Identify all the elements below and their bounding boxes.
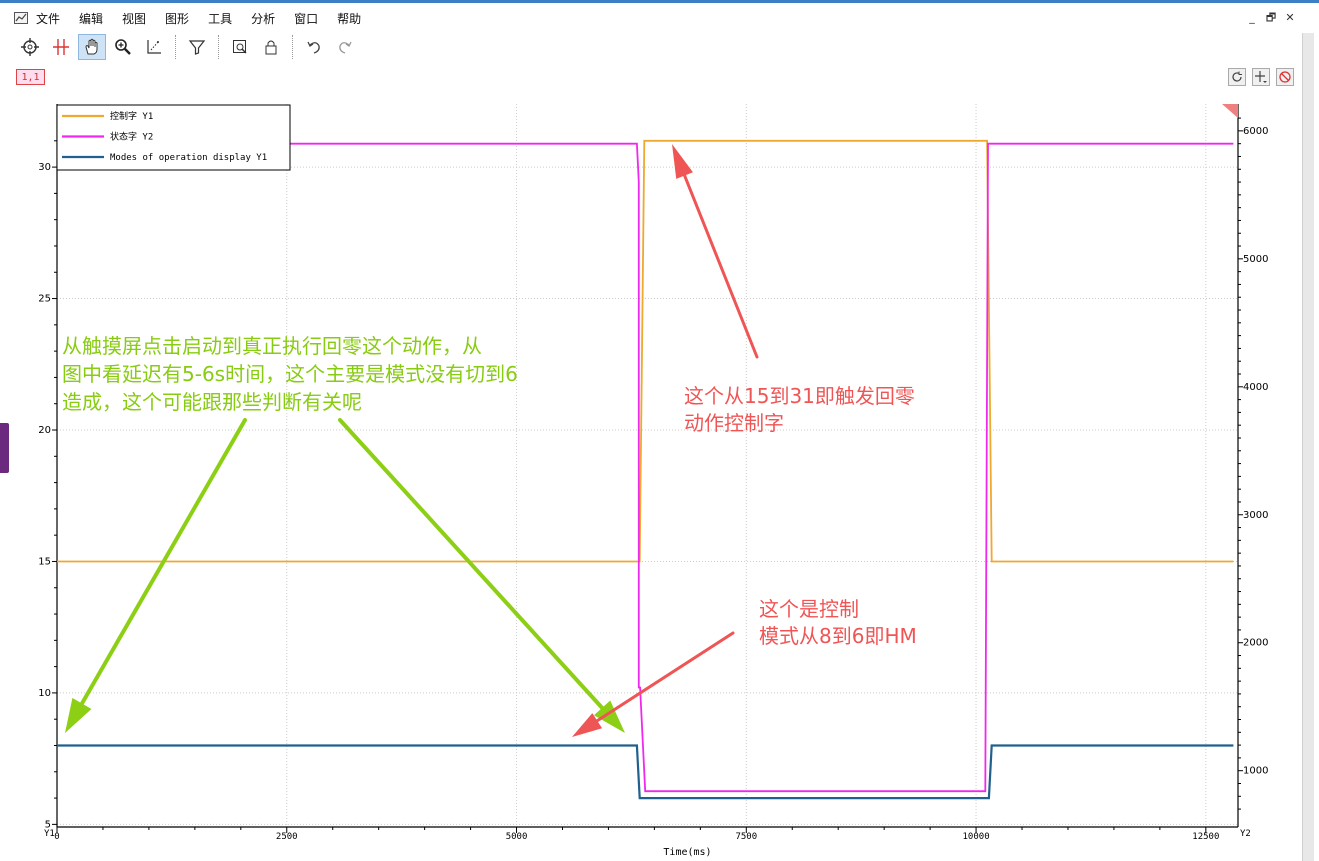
legend-entry: Modes of operation display Y1 <box>110 153 267 163</box>
annotation-text: 这个是控制 <box>759 597 859 621</box>
y2-tick-label: 2000 <box>1243 638 1268 649</box>
x-tick-label: 7500 <box>735 832 757 842</box>
y2-tick-label: 1000 <box>1243 766 1268 777</box>
legend-entry: 状态字 Y2 <box>110 131 153 143</box>
annotation-text: 图中看延迟有5-6s时间，这个主要是模式没有切到6 <box>62 362 518 386</box>
y2-tick-label: 5000 <box>1243 254 1268 265</box>
legend-entry: 控制字 Y1 <box>110 110 153 122</box>
y1-tick-label: 25 <box>38 294 51 305</box>
annotation-arrow-green-right-shaft <box>338 418 605 710</box>
x-tick-label: 5000 <box>506 832 528 842</box>
annotation-arrow-green-left-head <box>65 698 92 733</box>
y1-tick-label: 15 <box>38 556 51 567</box>
y1-axis-label: Y1 <box>44 829 55 839</box>
y1-tick-label: 30 <box>38 162 51 173</box>
x-tick-label: 2500 <box>276 832 298 842</box>
y2-tick-label: 6000 <box>1243 126 1268 137</box>
annotation-arrow-red-top-head <box>672 144 693 179</box>
annotation-text: 模式从8到6即HM <box>759 624 917 648</box>
annotation-text: 动作控制字 <box>684 411 784 435</box>
y2-tick-label: 4000 <box>1243 382 1268 393</box>
annotation-text: 造成，这个可能跟那些判断有关呢 <box>62 390 362 414</box>
corner-marker <box>1222 104 1238 118</box>
annotation-arrow-red-bottom-shaft <box>595 631 735 723</box>
chart: 0 2500 5000 7500 10000 12500Time(ms)510152025… <box>38 104 1268 858</box>
annotation-text: 从触摸屏点击启动到真正执行回零这个动作，从 <box>62 334 482 358</box>
annotation-text: 这个从15到31即触发回零 <box>684 384 915 408</box>
y1-tick-label: 20 <box>38 425 51 436</box>
series-line-2 <box>57 142 1234 793</box>
x-axis-label: Time(ms) <box>663 847 711 858</box>
x-tick-label: 10000 <box>963 832 990 842</box>
y1-tick-label: 10 <box>38 688 51 699</box>
x-tick-label: 12500 <box>1192 832 1219 842</box>
x-tick-label: 0 <box>54 832 59 842</box>
y2-axis-label: Y2 <box>1240 829 1251 839</box>
y2-tick-label: 3000 <box>1243 510 1268 521</box>
